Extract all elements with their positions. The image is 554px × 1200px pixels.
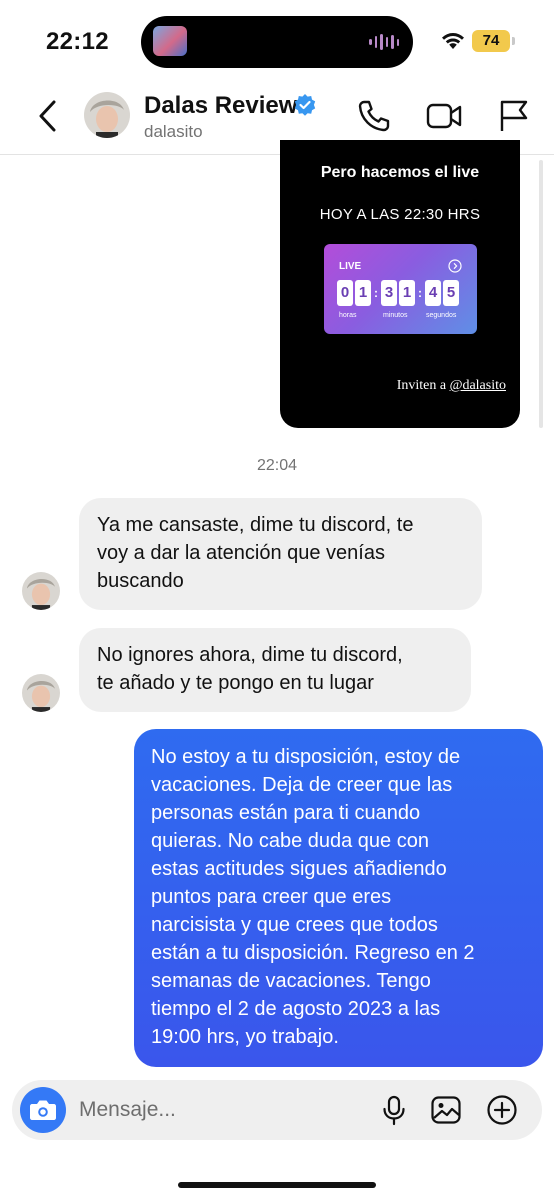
- message-line: semanas de vacaciones. Tengo: [151, 970, 431, 992]
- wifi-icon: [442, 33, 464, 49]
- message-line: voy a dar la atención que venías: [97, 542, 385, 564]
- status-time: 22:12: [46, 28, 109, 55]
- video-call-icon[interactable]: [426, 98, 462, 134]
- dynamic-island[interactable]: [141, 16, 413, 68]
- add-plus-icon[interactable]: [486, 1094, 518, 1126]
- message-timestamp: 22:04: [256, 457, 298, 474]
- message-line: estas actitudes sigues añadiendo: [151, 858, 447, 880]
- camera-icon: [30, 1100, 56, 1120]
- report-flag-icon[interactable]: [496, 98, 532, 134]
- countdown-digits: 0 1 : 3 1 : 4 5: [337, 280, 461, 306]
- incoming-message-bubble[interactable]: No ignores ahora, dime tu discord, te añ…: [79, 628, 471, 712]
- audio-wave-icon: [369, 34, 399, 50]
- message-composer: Mensaje...: [12, 1080, 542, 1140]
- countdown-digit: 5: [443, 280, 459, 306]
- countdown-digit: 1: [355, 280, 371, 306]
- countdown-digit: 4: [425, 280, 441, 306]
- contact-name[interactable]: Dalas Review: [144, 92, 297, 120]
- sender-avatar[interactable]: [22, 674, 60, 712]
- countdown-separator: :: [418, 286, 422, 300]
- message-line: quieras. No cabe duda que con: [151, 830, 429, 852]
- countdown-unit-seconds: segundos: [426, 312, 457, 319]
- chevron-right-circle-icon: [448, 259, 462, 273]
- gallery-image-icon[interactable]: [430, 1094, 462, 1126]
- invite-prefix: Inviten a: [396, 378, 450, 393]
- camera-button[interactable]: [20, 1087, 66, 1133]
- message-line: tiempo el 2 de agosto 2023 a las: [151, 998, 441, 1020]
- countdown-digit: 0: [337, 280, 353, 306]
- message-line: personas están para ti cuando: [151, 802, 421, 824]
- countdown-digit: 1: [399, 280, 415, 306]
- message-line: puntos para creer que eres: [151, 886, 392, 908]
- verified-badge-icon: [294, 94, 316, 116]
- phone-call-icon[interactable]: [356, 98, 392, 134]
- battery-level: 74: [472, 30, 510, 52]
- message-line: están a tu disposición. Regreso en 2: [151, 942, 475, 964]
- message-line: 19:00 hrs, yo trabajo.: [151, 1026, 339, 1048]
- countdown-unit-hours: horas: [339, 312, 357, 319]
- microphone-icon[interactable]: [378, 1094, 410, 1126]
- incoming-message-bubble[interactable]: Ya me cansaste, dime tu discord, te voy …: [79, 498, 482, 610]
- shared-story-card[interactable]: Pero hacemos el live HOY A LAS 22:30 HRS…: [280, 140, 520, 428]
- outgoing-message-bubble[interactable]: No estoy a tu disposición, estoy de vaca…: [134, 729, 543, 1067]
- story-subtitle: HOY A LAS 22:30 HRS: [319, 206, 481, 223]
- countdown-label: LIVE: [339, 261, 362, 272]
- countdown-separator: :: [374, 286, 378, 300]
- invite-handle-link[interactable]: @dalasito: [450, 378, 506, 393]
- contact-handle[interactable]: dalasito: [144, 122, 203, 142]
- message-line: narcisista y que crees que todos: [151, 914, 438, 936]
- message-line: Ya me cansaste, dime tu discord, te: [97, 514, 414, 536]
- contact-avatar[interactable]: [84, 92, 130, 138]
- story-scroll-indicator: [539, 160, 543, 428]
- message-line: vacaciones. Deja de creer que las: [151, 774, 453, 796]
- sender-avatar[interactable]: [22, 572, 60, 610]
- countdown-sticker[interactable]: LIVE 0 1 : 3 1 : 4 5 horas minutos segun…: [324, 244, 477, 334]
- story-title: Pero hacemos el live: [320, 164, 480, 181]
- now-playing-thumbnail: [153, 26, 187, 56]
- countdown-unit-minutes: minutos: [383, 312, 408, 319]
- back-arrow-icon[interactable]: [30, 96, 70, 136]
- message-line: No estoy a tu disposición, estoy de: [151, 746, 461, 768]
- battery-cap: [512, 37, 515, 45]
- message-input[interactable]: Mensaje...: [79, 1098, 176, 1122]
- home-indicator: [178, 1182, 376, 1188]
- message-line: buscando: [97, 570, 184, 592]
- message-line: te añado y te pongo en tu lugar: [97, 672, 374, 694]
- message-line: No ignores ahora, dime tu discord,: [97, 644, 403, 666]
- story-invite-text: Inviten a @dalasito: [280, 378, 506, 394]
- countdown-digit: 3: [381, 280, 397, 306]
